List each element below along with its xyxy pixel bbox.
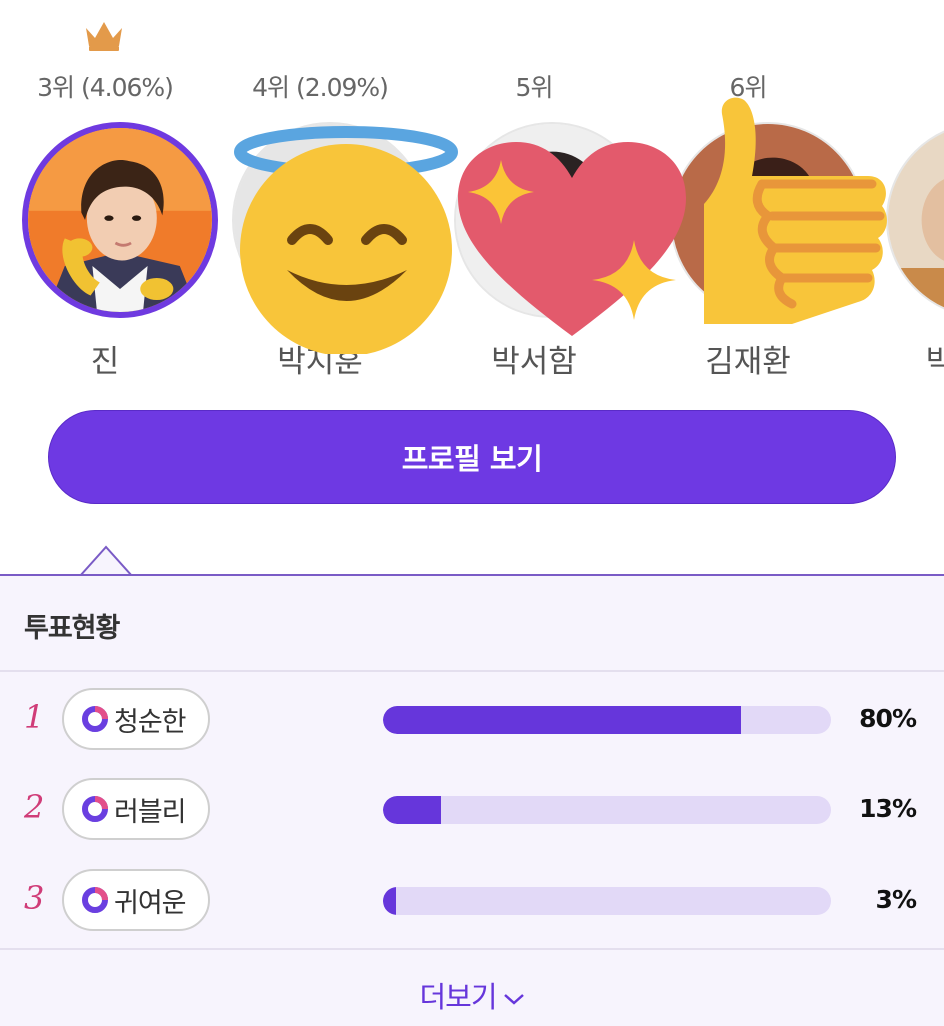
candidate-name: 진	[90, 344, 120, 380]
vote-status-title: 투표현황	[24, 613, 120, 644]
profile-photo	[28, 128, 212, 312]
panel-pointer	[80, 545, 132, 577]
vote-progress-fill	[383, 887, 397, 915]
vote-row: 3 귀여운 3%	[0, 869, 944, 939]
avatar-rank-5[interactable]	[454, 122, 650, 318]
ranking-carousel[interactable]: 3위 (4.06%) 4위 (2.09%) 5위 6위 진 박지훈 박서함 김재…	[0, 0, 944, 390]
divider	[0, 670, 944, 672]
profile-photo	[234, 124, 426, 316]
vote-progress-fill	[383, 796, 442, 824]
candidate-name: 박지훈	[277, 344, 363, 380]
profile-photo	[672, 124, 864, 316]
vote-progress-bar	[383, 796, 831, 824]
keyword-icon	[82, 796, 108, 822]
keyword-label: 청순한	[114, 706, 187, 738]
show-more-label: 더보기	[419, 980, 497, 1014]
candidate-name: 김재환	[705, 344, 791, 380]
rank-label: 3위 (4.06%)	[37, 73, 174, 102]
vote-progress-fill	[383, 706, 742, 734]
vote-rank-number: 1	[24, 698, 45, 736]
avatar-rank-7[interactable]	[886, 122, 944, 318]
chevron-down-icon	[503, 994, 524, 1005]
vote-percent: 80%	[859, 704, 917, 733]
crown-icon	[86, 22, 122, 51]
vote-percent: 3%	[875, 885, 917, 914]
vote-rank-number: 2	[24, 788, 45, 826]
candidate-name: 박서함	[491, 344, 577, 380]
keyword-icon	[82, 887, 108, 913]
vote-row: 1 청순한 80%	[0, 688, 944, 758]
keyword-chip[interactable]: 청순한	[62, 688, 210, 750]
view-profile-button[interactable]: 프로필 보기	[48, 410, 896, 504]
vote-rank-number: 3	[24, 879, 45, 917]
show-more-button[interactable]: 더보기	[0, 974, 944, 1016]
avatar-rank-6[interactable]	[670, 122, 866, 318]
rank-label: 4위 (2.09%)	[252, 73, 389, 102]
vote-progress-bar	[383, 706, 831, 734]
keyword-chip[interactable]: 러블리	[62, 778, 210, 840]
vote-status-panel: 투표현황 1 청순한 80% 2 러블리 13% 3 귀여운 3% 더보기	[0, 574, 944, 1026]
avatar-rank-4[interactable]	[232, 122, 428, 318]
rank-label: 5위	[515, 73, 554, 102]
candidate-name: 박	[925, 344, 944, 380]
keyword-icon	[82, 706, 108, 732]
vote-row: 2 러블리 13%	[0, 778, 944, 848]
keyword-label: 러블리	[114, 796, 187, 828]
divider	[0, 948, 944, 950]
keyword-chip[interactable]: 귀여운	[62, 869, 210, 931]
profile-photo	[888, 124, 944, 316]
keyword-label: 귀여운	[114, 887, 187, 919]
rank-label: 6위	[729, 73, 768, 102]
profile-photo	[456, 124, 648, 316]
avatar-first-place[interactable]	[22, 122, 218, 318]
vote-progress-bar	[383, 887, 831, 915]
vote-percent: 13%	[859, 794, 917, 823]
